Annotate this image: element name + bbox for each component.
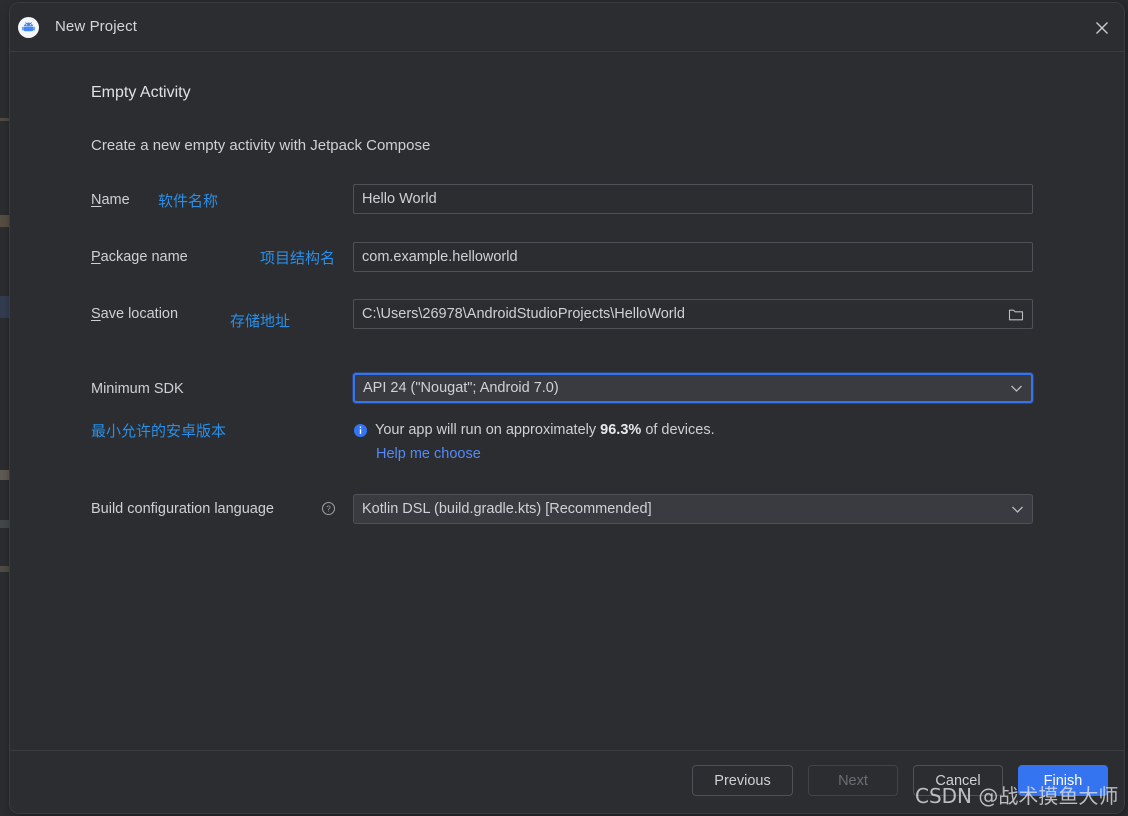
device-coverage-info: Your app will run on approximately 96.3%… xyxy=(353,422,715,438)
name-label: Name xyxy=(91,192,130,208)
background-window-artifact xyxy=(0,118,9,121)
name-label-mnemonic: N xyxy=(91,192,102,208)
build-config-language-label: Build configuration language xyxy=(91,501,274,517)
new-project-dialog: New Project Empty Activity Create a new … xyxy=(10,3,1124,813)
save-location-label: Save location xyxy=(91,306,178,322)
background-window-artifact xyxy=(0,470,9,480)
minimum-sdk-annotation: 最小允许的安卓版本 xyxy=(91,422,227,440)
device-coverage-text-after: of devices. xyxy=(645,422,715,438)
android-studio-icon xyxy=(18,17,39,38)
question-mark-circle-icon[interactable]: ? xyxy=(321,501,336,516)
page-title: Empty Activity xyxy=(91,84,191,101)
dialog-button-bar: Previous Next Cancel Finish xyxy=(10,750,1124,813)
save-location-label-mnemonic: S xyxy=(91,306,101,322)
save-location-input[interactable]: C:\Users\26978\AndroidStudioProjects\Hel… xyxy=(353,299,1033,329)
dialog-title: New Project xyxy=(55,18,137,35)
device-coverage-percent: 96.3% xyxy=(600,422,642,438)
info-circle-icon xyxy=(353,423,368,438)
next-button: Next xyxy=(808,765,898,796)
package-name-input-value: com.example.helloworld xyxy=(362,249,518,265)
dialog-content: Empty Activity Create a new empty activi… xyxy=(10,51,1124,751)
device-coverage-text: Your app will run on approximately 96.3%… xyxy=(375,422,715,438)
chevron-down-icon[interactable] xyxy=(1004,384,1023,393)
name-input[interactable]: Hello World xyxy=(353,184,1033,214)
build-config-language-value: Kotlin DSL (build.gradle.kts) [Recommend… xyxy=(362,501,652,517)
background-window-artifact xyxy=(0,296,9,318)
background-window-artifact xyxy=(0,520,9,528)
chevron-down-icon[interactable] xyxy=(1005,505,1024,514)
name-label-rest: ame xyxy=(101,192,130,208)
background-window-artifact xyxy=(0,215,9,227)
previous-button[interactable]: Previous xyxy=(692,765,793,796)
page-subtitle: Create a new empty activity with Jetpack… xyxy=(91,137,431,154)
package-name-label-mnemonic: P xyxy=(91,249,101,265)
build-config-language-dropdown[interactable]: Kotlin DSL (build.gradle.kts) [Recommend… xyxy=(353,494,1033,524)
minimum-sdk-label: Minimum SDK xyxy=(91,381,184,397)
package-name-input[interactable]: com.example.helloworld xyxy=(353,242,1033,272)
background-window-artifact xyxy=(0,566,9,572)
save-location-input-value: C:\Users\26978\AndroidStudioProjects\Hel… xyxy=(362,306,685,322)
svg-text:?: ? xyxy=(326,505,331,514)
close-icon[interactable] xyxy=(1089,15,1115,41)
help-me-choose-link[interactable]: Help me choose xyxy=(376,446,481,462)
save-location-label-rest: ave location xyxy=(100,306,179,322)
package-name-annotation: 项目结构名 xyxy=(260,249,336,267)
dialog-titlebar: New Project xyxy=(10,3,1124,52)
cancel-button[interactable]: Cancel xyxy=(913,765,1003,796)
name-annotation: 软件名称 xyxy=(158,192,219,210)
minimum-sdk-dropdown[interactable]: API 24 ("Nougat"; Android 7.0) xyxy=(353,373,1033,403)
folder-icon[interactable] xyxy=(1008,307,1024,322)
save-location-annotation: 存储地址 xyxy=(230,312,291,330)
package-name-label-rest: ackage name xyxy=(100,249,188,265)
minimum-sdk-value: API 24 ("Nougat"; Android 7.0) xyxy=(363,380,559,396)
finish-button[interactable]: Finish xyxy=(1018,765,1108,796)
device-coverage-text-before: Your app will run on approximately xyxy=(375,422,597,438)
name-input-value: Hello World xyxy=(362,191,437,207)
package-name-label: Package name xyxy=(91,249,188,265)
